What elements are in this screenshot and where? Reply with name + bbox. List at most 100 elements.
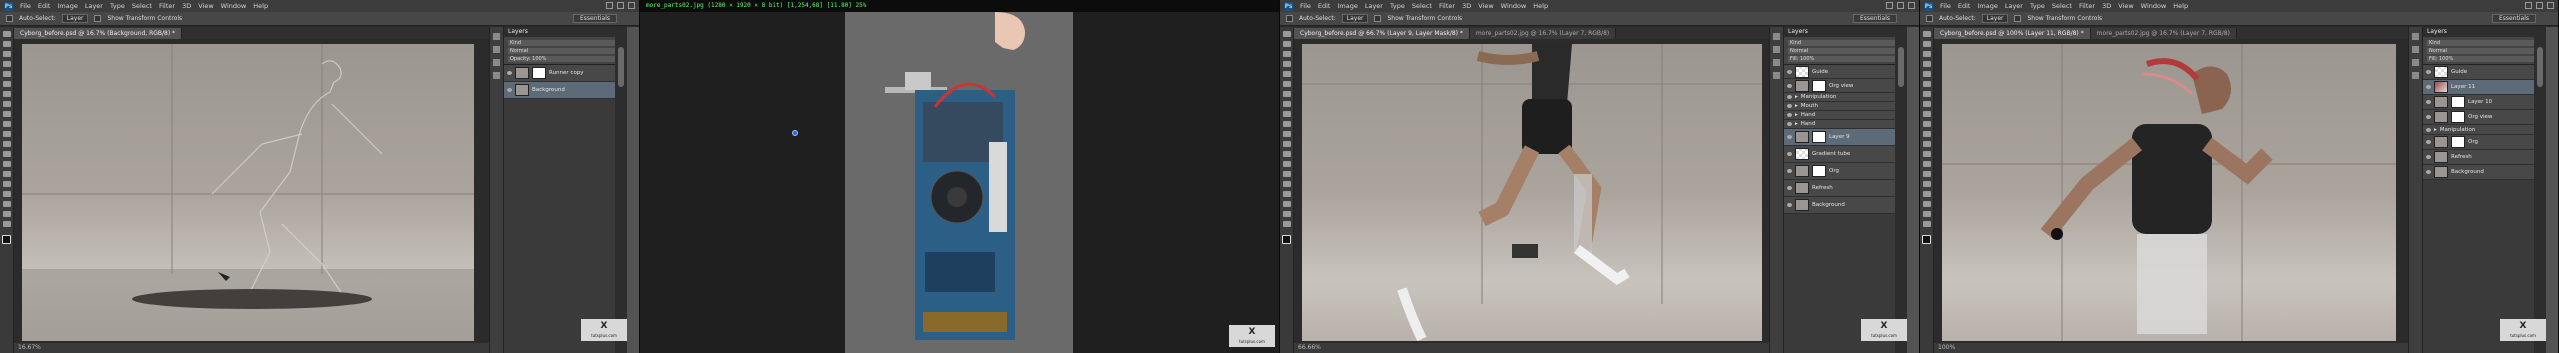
- move-tool-icon[interactable]: [1282, 31, 1291, 37]
- menu-filter[interactable]: Filter: [1439, 2, 1455, 10]
- zoom-tool-icon[interactable]: [2, 221, 11, 227]
- menu-3d[interactable]: 3D: [1462, 2, 1471, 10]
- properties-panel-icon[interactable]: [493, 46, 500, 53]
- eye-icon[interactable]: [1787, 83, 1792, 88]
- layer-row[interactable]: Org view: [2423, 110, 2546, 125]
- layer-filter-kind[interactable]: Kind: [1788, 40, 1903, 46]
- brush-tool-icon[interactable]: [1922, 101, 1931, 107]
- menu-filter[interactable]: Filter: [2079, 2, 2095, 10]
- history-brush-icon[interactable]: [1922, 121, 1931, 127]
- eye-icon[interactable]: [1787, 122, 1792, 126]
- layers-scrollbar[interactable]: [2534, 27, 2546, 353]
- eye-icon[interactable]: [507, 88, 512, 92]
- menu-view[interactable]: View: [1478, 2, 1493, 10]
- layer-row[interactable]: Org: [1784, 163, 1907, 180]
- menu-edit[interactable]: Edit: [1318, 2, 1331, 10]
- close-icon[interactable]: [2547, 2, 2554, 9]
- gradient-tool-icon[interactable]: [1922, 141, 1931, 147]
- marquee-tool-icon[interactable]: [1282, 41, 1291, 47]
- menu-image[interactable]: Image: [1977, 2, 1997, 10]
- dodge-tool-icon[interactable]: [1922, 161, 1931, 167]
- workspace-switcher[interactable]: Essentials: [572, 14, 617, 23]
- hand-tool-icon[interactable]: [1282, 211, 1291, 217]
- menu-layer[interactable]: Layer: [85, 2, 103, 10]
- lasso-tool-icon[interactable]: [1922, 51, 1931, 57]
- auto-select-checkbox[interactable]: [1926, 15, 1933, 22]
- eye-icon[interactable]: [1787, 104, 1792, 108]
- healing-tool-icon[interactable]: [1282, 91, 1291, 97]
- menu-help[interactable]: Help: [253, 2, 268, 10]
- healing-tool-icon[interactable]: [1922, 91, 1931, 97]
- menu-image[interactable]: Image: [57, 2, 77, 10]
- path-select-icon[interactable]: [2, 191, 11, 197]
- canvas-runner-photo[interactable]: [1302, 44, 1762, 341]
- menu-help[interactable]: Help: [2173, 2, 2188, 10]
- layer-row[interactable]: Layer 9: [1784, 129, 1907, 146]
- eraser-tool-icon[interactable]: [1922, 131, 1931, 137]
- maximize-icon[interactable]: [617, 2, 624, 9]
- eye-icon[interactable]: [1787, 135, 1792, 139]
- eye-icon[interactable]: [1787, 203, 1792, 207]
- quick-select-tool-icon[interactable]: [1922, 61, 1931, 67]
- pen-tool-icon[interactable]: [1282, 171, 1291, 177]
- menu-type[interactable]: Type: [1390, 2, 1405, 10]
- blur-tool-icon[interactable]: [1922, 151, 1931, 157]
- eraser-tool-icon[interactable]: [2, 131, 11, 137]
- layer-row[interactable]: Background: [504, 82, 627, 99]
- character-panel-icon[interactable]: [493, 72, 500, 79]
- menu-type[interactable]: Type: [2030, 2, 2045, 10]
- layer-filter-kind[interactable]: Kind: [2427, 40, 2542, 46]
- history-panel-icon[interactable]: [1773, 33, 1780, 40]
- pen-tool-icon[interactable]: [2, 171, 11, 177]
- eyedropper-tool-icon[interactable]: [1922, 81, 1931, 87]
- eraser-tool-icon[interactable]: [1282, 131, 1291, 137]
- minimize-icon[interactable]: [606, 2, 613, 9]
- type-tool-icon[interactable]: [2, 181, 11, 187]
- eye-icon[interactable]: [507, 71, 512, 75]
- brush-tool-icon[interactable]: [1282, 101, 1291, 107]
- color-swatch-icon[interactable]: [2, 235, 11, 244]
- layer-group[interactable]: ▸ Manipulation: [2423, 125, 2546, 135]
- stamp-tool-icon[interactable]: [1922, 111, 1931, 117]
- type-tool-icon[interactable]: [1922, 181, 1931, 187]
- eye-icon[interactable]: [2426, 70, 2431, 74]
- lasso-tool-icon[interactable]: [2, 51, 11, 57]
- blend-mode-select[interactable]: Normal: [1788, 48, 1903, 54]
- fill-field[interactable]: Fill: 100%: [2427, 56, 2542, 62]
- eye-icon[interactable]: [1787, 152, 1792, 156]
- close-icon[interactable]: [1908, 2, 1915, 9]
- eye-icon[interactable]: [1787, 69, 1792, 74]
- transform-controls-checkbox[interactable]: [94, 15, 102, 22]
- eye-icon[interactable]: [2426, 115, 2431, 119]
- character-panel-icon[interactable]: [2412, 72, 2419, 79]
- eye-icon[interactable]: [1787, 186, 1792, 190]
- color-swatch-icon[interactable]: [1922, 235, 1931, 244]
- menu-view[interactable]: View: [2118, 2, 2133, 10]
- character-panel-icon[interactable]: [1773, 72, 1780, 79]
- layer-row[interactable]: Refresh: [2423, 150, 2546, 165]
- stamp-tool-icon[interactable]: [2, 111, 11, 117]
- menu-layer[interactable]: Layer: [1365, 2, 1383, 10]
- maximize-icon[interactable]: [1897, 2, 1904, 9]
- marquee-tool-icon[interactable]: [2, 41, 11, 47]
- history-panel-icon[interactable]: [493, 33, 500, 40]
- layer-row[interactable]: Runner copy: [504, 65, 627, 82]
- menu-edit[interactable]: Edit: [1958, 2, 1971, 10]
- eye-icon[interactable]: [2426, 140, 2431, 144]
- layer-row[interactable]: Background: [1784, 197, 1907, 214]
- color-swatch-icon[interactable]: [1282, 235, 1291, 244]
- menu-file[interactable]: File: [1940, 2, 1951, 10]
- brush-tool-icon[interactable]: [2, 101, 11, 107]
- fill-field[interactable]: Fill: 100%: [1788, 56, 1903, 62]
- eye-icon[interactable]: [2426, 100, 2431, 104]
- menu-3d[interactable]: 3D: [182, 2, 191, 10]
- canvas-concrete-wall[interactable]: [22, 44, 474, 341]
- minimize-icon[interactable]: [2525, 2, 2532, 9]
- brush-panel-icon[interactable]: [2412, 59, 2419, 66]
- transform-controls-checkbox[interactable]: [2014, 15, 2022, 22]
- layer-row[interactable]: Guide: [1784, 65, 1907, 79]
- blur-tool-icon[interactable]: [1282, 151, 1291, 157]
- shape-tool-icon[interactable]: [1922, 201, 1931, 207]
- menu-select[interactable]: Select: [132, 2, 152, 10]
- layers-scrollbar[interactable]: [615, 27, 627, 353]
